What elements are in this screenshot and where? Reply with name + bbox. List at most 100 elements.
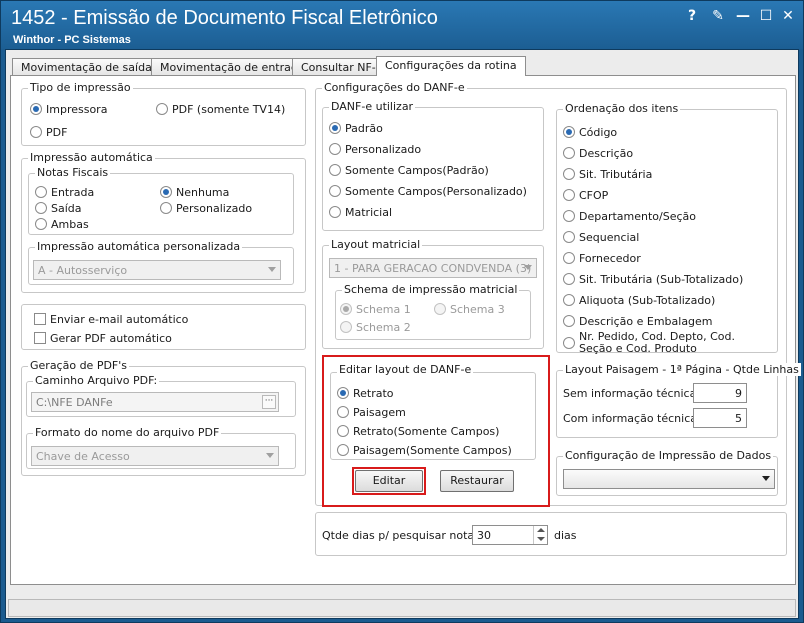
radio-paisagem-somente-campos[interactable]: Paisagem(Somente Campos): [337, 444, 512, 458]
maximize-icon[interactable]: ☐: [757, 7, 775, 25]
radio-icon: [329, 164, 341, 176]
browse-button[interactable]: ···: [262, 395, 276, 409]
radio-selected-icon: [337, 387, 349, 399]
radio-ordem-nr-pedido[interactable]: Nr. Pedido, Cod. Depto, Cod. Seção e Cod…: [563, 331, 771, 355]
radio-selected-icon: [30, 103, 42, 115]
radio-ordem-cfop[interactable]: CFOP: [563, 189, 608, 203]
group-impressao-automatica: Impressão automática Notas Fiscais Entra…: [21, 151, 306, 293]
radio-impressora[interactable]: Impressora: [30, 103, 107, 117]
radio-ordem-sit-tributaria[interactable]: Sit. Tributária: [563, 168, 652, 182]
radio-icon: [563, 231, 575, 243]
group-layout-matricial: Layout matricial 1 - PARA GERACAO CONDVE…: [322, 238, 544, 349]
status-bar: [8, 599, 796, 617]
radio-ordem-sequencial[interactable]: Sequencial: [563, 231, 639, 245]
edit-icon[interactable]: ✎: [709, 7, 727, 25]
group-title: Geração de PDF's: [28, 359, 130, 372]
checkbox-enviar-email[interactable]: Enviar e-mail automático: [34, 313, 188, 327]
radio-ordem-descricao[interactable]: Descrição: [563, 147, 633, 161]
application-window: 1452 - Emissão de Documento Fiscal Eletr…: [0, 0, 804, 623]
tab-panel-configuracoes: Tipo de impressão Impressora PDF (soment…: [10, 75, 801, 585]
client-area: Movimentação de saída Movimentação de en…: [5, 49, 801, 619]
editar-button[interactable]: Editar: [355, 470, 423, 492]
radio-nenhuma[interactable]: Nenhuma: [160, 186, 229, 200]
radio-ordem-descricao-embalagem[interactable]: Descrição e Embalagem: [563, 315, 713, 329]
group-formato-pdf: Formato do nome do arquivo PDF Chave de …: [26, 426, 296, 469]
formato-pdf-select[interactable]: Chave de Acesso: [31, 446, 279, 466]
window-subtitle: Winthor - PC Sistemas: [13, 34, 131, 46]
com-info-input[interactable]: 5: [693, 408, 747, 428]
window-title: 1452 - Emissão de Documento Fiscal Eletr…: [11, 7, 438, 29]
impressao-personalizada-select[interactable]: A - Autosserviço: [33, 260, 281, 280]
group-notas-fiscais: Notas Fiscais Entrada Nenhuma Saída Pers…: [28, 166, 294, 235]
group-title: Layout matricial: [329, 238, 423, 251]
group-title: Ordenação dos itens: [563, 102, 681, 115]
qtde-dias-input[interactable]: 30: [472, 525, 548, 545]
radio-schema-2[interactable]: Schema 2: [340, 321, 411, 335]
radio-icon: [563, 273, 575, 285]
radio-icon: [434, 303, 446, 315]
radio-icon: [337, 406, 349, 418]
radio-padrao[interactable]: Padrão: [329, 122, 383, 136]
radio-icon: [563, 294, 575, 306]
close-icon[interactable]: ✕: [779, 7, 797, 25]
group-geracao-pdf: Geração de PDF's Caminho Arquivo PDF: C:…: [21, 359, 306, 476]
radio-retrato[interactable]: Retrato: [337, 387, 394, 401]
caminho-pdf-input[interactable]: C:\NFE DANFe ···: [31, 392, 279, 412]
chevron-down-icon: [762, 476, 770, 481]
radio-icon: [30, 126, 42, 138]
group-config-impressao-dados: Configuração de Impressão de Dados: [556, 449, 778, 496]
chevron-up-icon: [537, 528, 545, 532]
radio-pdf-tv14[interactable]: PDF (somente TV14): [156, 103, 285, 117]
radio-entrada[interactable]: Entrada: [35, 186, 94, 200]
radio-icon: [563, 189, 575, 201]
group-title: DANF-e utilizar: [329, 100, 416, 113]
radio-personalizado-danfe[interactable]: Personalizado: [329, 143, 421, 157]
radio-ambas[interactable]: Ambas: [35, 218, 89, 232]
chevron-down-icon: [524, 265, 532, 270]
checkbox-icon: [34, 313, 46, 325]
radio-icon: [35, 186, 47, 198]
radio-ordem-codigo[interactable]: Código: [563, 126, 617, 140]
restaurar-button[interactable]: Restaurar: [440, 470, 514, 492]
radio-icon: [156, 103, 168, 115]
group-title: Formato do nome do arquivo PDF: [33, 426, 222, 439]
radio-matricial[interactable]: Matricial: [329, 206, 392, 220]
radio-somente-campos-padrao[interactable]: Somente Campos(Padrão): [329, 164, 489, 178]
help-icon[interactable]: ?: [683, 7, 701, 25]
config-impressao-dados-select[interactable]: [563, 469, 775, 489]
radio-icon: [35, 202, 47, 214]
radio-retrato-somente-campos[interactable]: Retrato(Somente Campos): [337, 425, 499, 439]
chevron-down-icon: [266, 453, 274, 458]
group-title: Schema de impressão matricial: [342, 283, 520, 296]
tab-configuracoes-rotina[interactable]: Configurações da rotina: [376, 56, 526, 76]
radio-icon: [563, 168, 575, 180]
tab-movimentacao-saida[interactable]: Movimentação de saída: [12, 58, 161, 76]
radio-icon: [563, 315, 575, 327]
radio-icon: [563, 210, 575, 222]
group-title: Impressão automática personalizada: [35, 240, 243, 253]
group-title: Impressão automática: [28, 151, 155, 164]
group-schema-matricial: Schema de impressão matricial Schema 1 S…: [335, 283, 531, 340]
radio-schema-3[interactable]: Schema 3: [434, 303, 505, 317]
radio-icon: [329, 143, 341, 155]
radio-schema-1[interactable]: Schema 1: [340, 303, 411, 317]
radio-ordem-sit-trib-subtotal[interactable]: Sit. Tributária (Sub-Totalizado): [563, 273, 743, 287]
group-title: Caminho Arquivo PDF:: [33, 374, 160, 387]
layout-matricial-select[interactable]: 1 - PARA GERACAO CONDVENDA (3): [329, 258, 537, 278]
radio-somente-campos-personalizado[interactable]: Somente Campos(Personalizado): [329, 185, 527, 199]
radio-personalizado[interactable]: Personalizado: [160, 202, 252, 216]
radio-ordem-fornecedor[interactable]: Fornecedor: [563, 252, 641, 266]
checkbox-gerar-pdf[interactable]: Gerar PDF automático: [34, 332, 172, 346]
sem-info-label: Sem informação técnica: [563, 387, 697, 400]
tab-movimentacao-entrada[interactable]: Movimentação de entrada: [151, 58, 314, 76]
minimize-icon[interactable]: —: [734, 7, 752, 25]
checkbox-icon: [34, 332, 46, 344]
radio-ordem-departamento[interactable]: Departamento/Seção: [563, 210, 696, 224]
radio-saida[interactable]: Saída: [35, 202, 82, 216]
radio-pdf[interactable]: PDF: [30, 126, 67, 140]
spinner-control[interactable]: [533, 526, 547, 544]
chevron-down-icon: [537, 537, 545, 541]
sem-info-input[interactable]: 9: [693, 383, 747, 403]
radio-ordem-aliquota-subtotal[interactable]: Aliquota (Sub-Totalizado): [563, 294, 715, 308]
radio-paisagem[interactable]: Paisagem: [337, 406, 406, 420]
